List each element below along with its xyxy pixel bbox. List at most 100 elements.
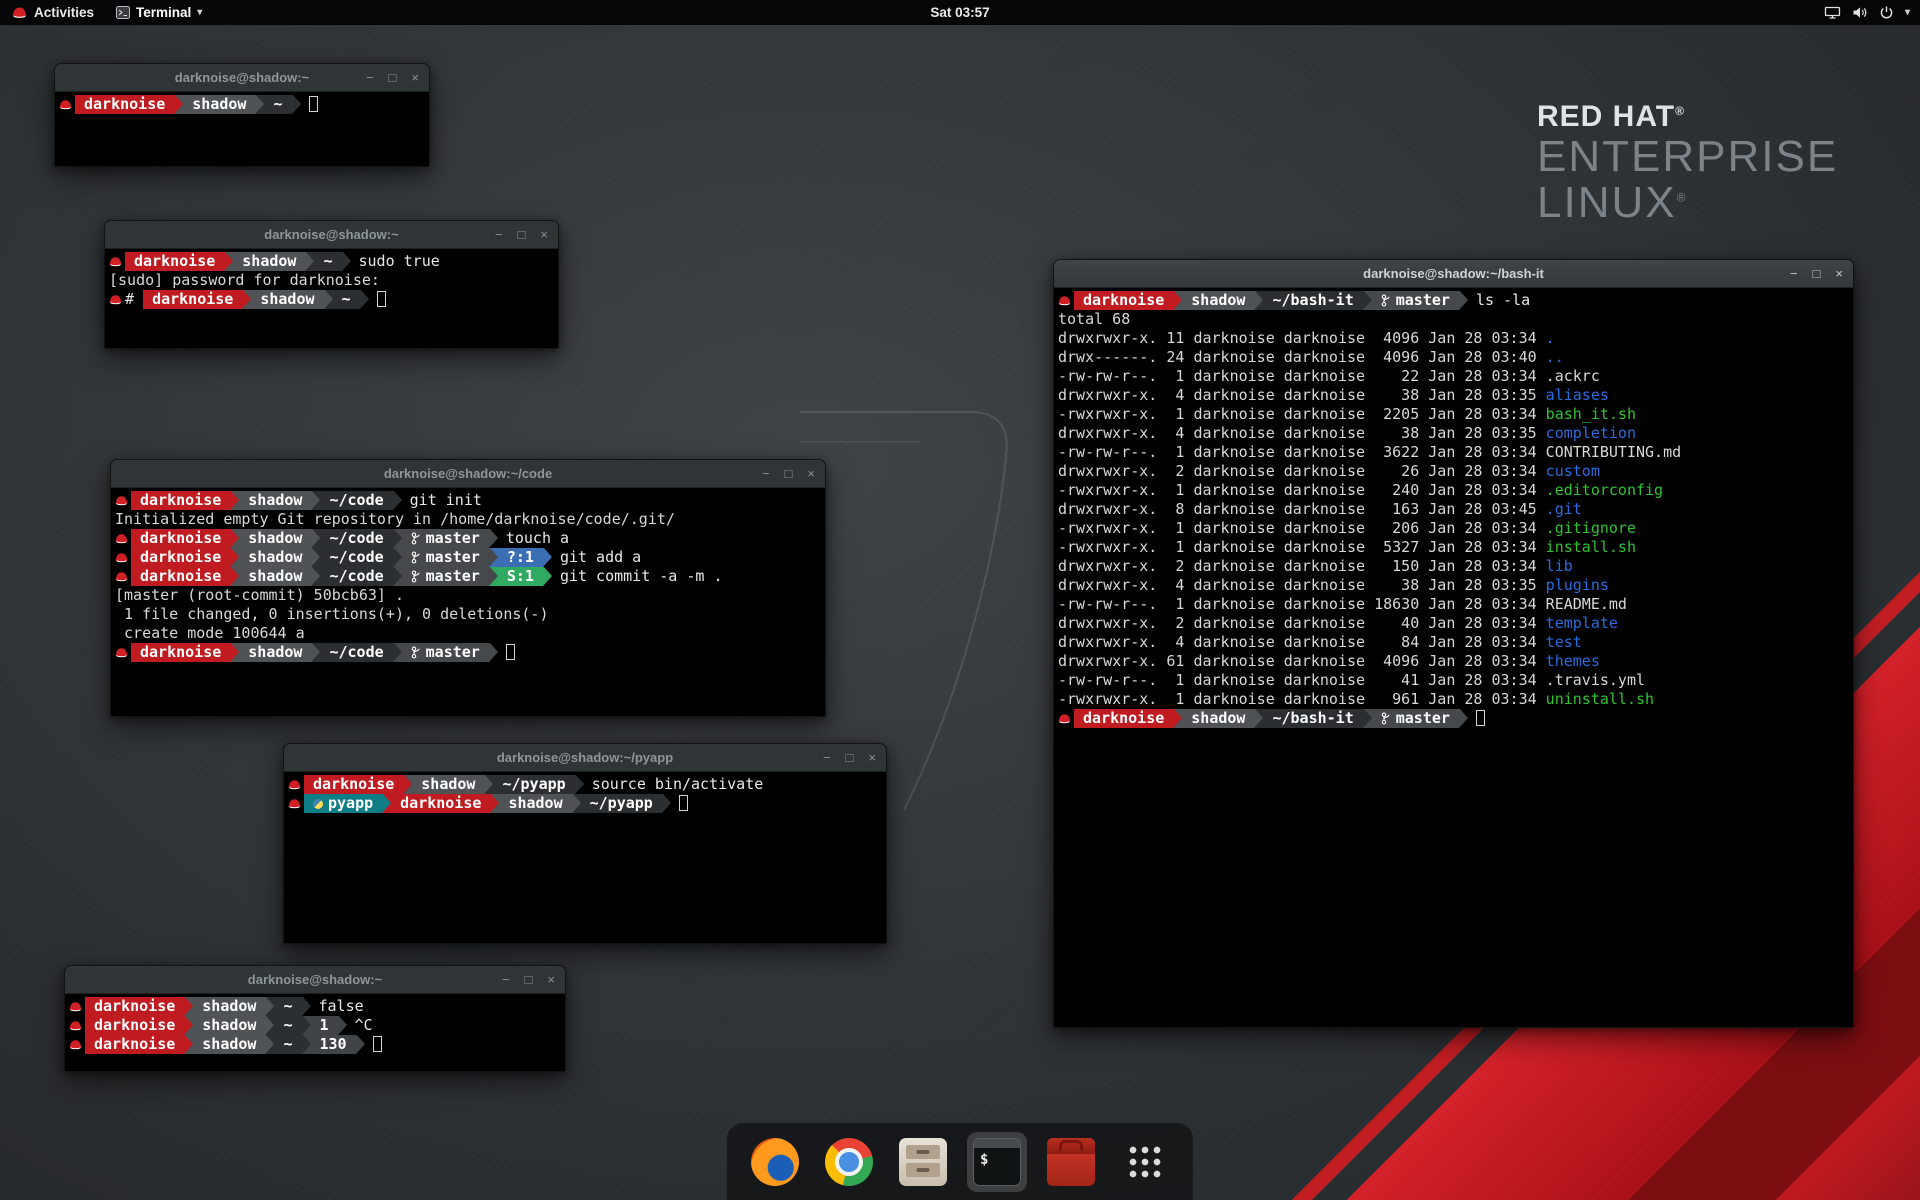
window-maximize-button[interactable]: □ xyxy=(785,467,793,480)
prompt-segment-git: master xyxy=(402,548,489,567)
window-maximize-button[interactable]: □ xyxy=(1813,267,1821,280)
window-minimize-button[interactable]: − xyxy=(1790,267,1798,280)
powerline-separator-icon xyxy=(224,252,233,271)
terminal-prompt-line: # darknoiseshadow~ xyxy=(109,290,554,309)
terminal-body[interactable]: darknoiseshadow~sudo true[sudo] password… xyxy=(105,249,558,312)
terminal-output-line: [sudo] password for darknoise: xyxy=(109,271,554,290)
terminal-body[interactable]: darknoiseshadow~falsedarknoiseshadow~1^C… xyxy=(65,994,565,1057)
ls-filename: README.md xyxy=(1546,595,1627,613)
window-titlebar[interactable]: darknoise@shadow:~/pyapp−□× xyxy=(284,744,886,772)
powerline-separator-icon xyxy=(1459,709,1468,728)
terminal-prompt-line: darknoiseshadow~sudo true xyxy=(109,252,554,271)
window-titlebar[interactable]: darknoise@shadow:~/bash-it−□× xyxy=(1054,260,1853,288)
prompt-segment-host: shadow xyxy=(239,567,311,586)
window-buttons: − □ × xyxy=(823,744,876,771)
redhat-prompt-icon xyxy=(288,794,304,817)
command-text: false xyxy=(311,997,364,1015)
clock[interactable]: Sat 03:57 xyxy=(930,5,989,20)
redhat-prompt-icon xyxy=(1058,709,1074,732)
powerline-separator-icon xyxy=(265,997,274,1016)
window-titlebar[interactable]: darknoise@shadow:~−□× xyxy=(105,221,558,249)
app-menu-label: Terminal xyxy=(136,5,191,20)
prompt-segment-host: shadow xyxy=(193,1035,265,1054)
window-close-button[interactable]: × xyxy=(540,228,548,241)
prompt-segment-user: darknoise xyxy=(143,290,242,309)
powerline-separator-icon xyxy=(1254,291,1263,310)
dock-item-firefox[interactable] xyxy=(745,1132,805,1192)
prompt-segment-host: shadow xyxy=(239,548,311,567)
window-minimize-button[interactable]: − xyxy=(762,467,770,480)
terminal-body[interactable]: darknoiseshadow~/bash-itmasterls -latota… xyxy=(1054,288,1853,731)
window-minimize-button[interactable]: − xyxy=(823,751,831,764)
powerline-separator-icon xyxy=(489,548,498,567)
command-text: sudo true xyxy=(351,252,440,270)
terminal-output-line: drwxrwxr-x. 2 darknoise darknoise 40 Jan… xyxy=(1058,614,1849,633)
window-close-button[interactable]: × xyxy=(411,71,419,84)
dock-item-terminal[interactable] xyxy=(967,1132,1027,1192)
registered-mark: ® xyxy=(1675,104,1685,118)
prompt-segment-user: darknoise xyxy=(85,1035,184,1054)
ls-meta: -rw-rw-r--. 1 darknoise darknoise 41 Jan… xyxy=(1058,671,1546,689)
window-close-button[interactable]: × xyxy=(868,751,876,764)
terminal-output-line: create mode 100644 a xyxy=(115,624,821,643)
powerline-separator-icon xyxy=(311,548,320,567)
ls-meta: -rwxrwxr-x. 1 darknoise darknoise 240 Ja… xyxy=(1058,481,1546,499)
window-close-button[interactable]: × xyxy=(547,973,555,986)
window-titlebar[interactable]: darknoise@shadow:~/code−□× xyxy=(111,460,825,488)
system-status-area[interactable]: ▾ xyxy=(1824,0,1910,25)
window-titlebar[interactable]: darknoise@shadow:~−□× xyxy=(65,966,565,994)
app-menu-terminal[interactable]: Terminal ▾ xyxy=(106,0,212,25)
output-text: total 68 xyxy=(1058,310,1130,328)
terminal-body[interactable]: darknoiseshadow~/codegit initInitialized… xyxy=(111,488,825,665)
terminal-cursor xyxy=(373,1036,382,1052)
prompt-segment-staged: S:1 xyxy=(498,567,543,586)
ls-filename: install.sh xyxy=(1546,538,1636,556)
prompt-segment-path: ~/pyapp xyxy=(493,775,574,794)
terminal-body[interactable]: darknoiseshadow~/pyappsource bin/activat… xyxy=(284,772,886,816)
window-close-button[interactable]: × xyxy=(1835,267,1843,280)
ls-filename: test xyxy=(1546,633,1582,651)
ls-meta: drwx------. 24 darknoise darknoise 4096 … xyxy=(1058,348,1546,366)
ls-meta: drwxrwxr-x. 2 darknoise darknoise 40 Jan… xyxy=(1058,614,1546,632)
powerline-separator-icon xyxy=(230,491,239,510)
prompt-segment-host: shadow xyxy=(183,95,255,114)
prompt-segment-path: ~ xyxy=(274,997,301,1016)
terminal-output-line: Initialized empty Git repository in /hom… xyxy=(115,510,821,529)
prompt-segment-path: ~/code xyxy=(320,548,392,567)
ls-filename: custom xyxy=(1546,462,1600,480)
prompt-segment-git: master xyxy=(1372,291,1459,310)
prompt-segment-host: shadow xyxy=(193,1016,265,1035)
desktop: { "topbar": { "activities_label": "Activ… xyxy=(0,0,1920,1200)
dock-item-toolbox[interactable] xyxy=(1041,1132,1101,1192)
terminal-output-line: -rwxrwxr-x. 1 darknoise darknoise 240 Ja… xyxy=(1058,481,1849,500)
window-maximize-button[interactable]: □ xyxy=(846,751,854,764)
powerline-separator-icon xyxy=(230,529,239,548)
powerline-separator-icon xyxy=(292,95,301,114)
terminal-prompt-line: pyappdarknoiseshadow~/pyapp xyxy=(288,794,882,813)
terminal-output-line: -rwxrwxr-x. 1 darknoise darknoise 206 Ja… xyxy=(1058,519,1849,538)
window-close-button[interactable]: × xyxy=(807,467,815,480)
terminal-icon xyxy=(973,1138,1021,1186)
output-text: create mode 100644 a xyxy=(115,624,305,642)
window-maximize-button[interactable]: □ xyxy=(389,71,397,84)
window-maximize-button[interactable]: □ xyxy=(518,228,526,241)
powerline-separator-icon xyxy=(302,1016,311,1035)
window-maximize-button[interactable]: □ xyxy=(525,973,533,986)
window-minimize-button[interactable]: − xyxy=(495,228,503,241)
window-titlebar[interactable]: darknoise@shadow:~−□× xyxy=(55,64,429,92)
window-minimize-button[interactable]: − xyxy=(366,71,374,84)
terminal-window-term-home-1: darknoise@shadow:~−□×darknoiseshadow~ xyxy=(54,63,430,167)
toolbox-icon xyxy=(1047,1138,1095,1186)
prompt-segment-user: darknoise xyxy=(1074,709,1173,728)
app-grid-icon xyxy=(1121,1138,1169,1186)
command-text: git commit -a -m . xyxy=(552,567,723,585)
activities-button[interactable]: Activities xyxy=(0,0,106,25)
terminal-body[interactable]: darknoiseshadow~ xyxy=(55,92,429,117)
powerline-separator-icon xyxy=(489,643,498,662)
window-minimize-button[interactable]: − xyxy=(502,973,510,986)
dock-item-app-grid[interactable] xyxy=(1115,1132,1175,1192)
powerline-separator-icon xyxy=(393,567,402,586)
dock-item-files[interactable] xyxy=(893,1132,953,1192)
command-text: touch a xyxy=(498,529,569,547)
dock-item-chrome[interactable] xyxy=(819,1132,879,1192)
